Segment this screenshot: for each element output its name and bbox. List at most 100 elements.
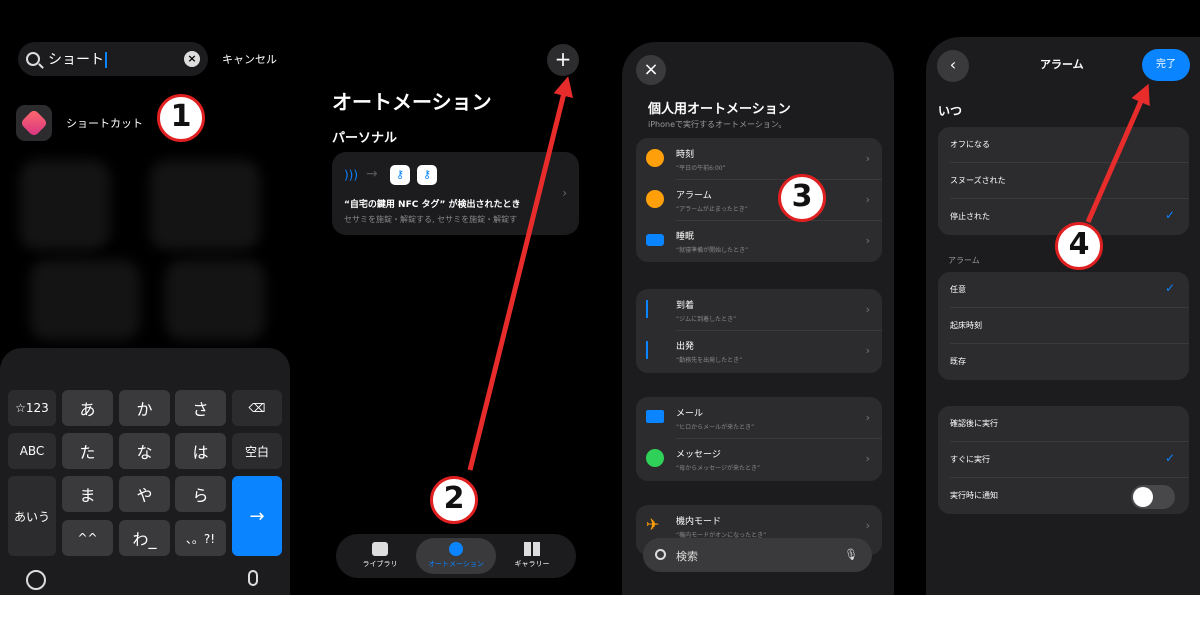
close-button[interactable]: ×: [636, 55, 666, 85]
globe-icon[interactable]: [26, 570, 46, 590]
run-options-group: 確認後に実行 すぐに実行 ✓ 実行時に通知: [938, 406, 1189, 514]
option-label: 確認後に実行: [950, 419, 998, 428]
enter-key[interactable]: →: [232, 476, 282, 556]
automation-icon: [449, 542, 463, 556]
trigger-example: “平日の午前6:00”: [676, 165, 726, 172]
section-caption: アラーム: [948, 256, 980, 265]
tab-library[interactable]: ライブラリ: [340, 538, 420, 574]
tab-label: ギャラリー: [514, 560, 550, 568]
chevron-right-icon: ›: [562, 186, 567, 200]
automation-trigger: “自宅の鍵用 NFC タグ” が検出されたとき: [344, 200, 521, 210]
arrive-icon: [646, 300, 660, 318]
airplane-icon: ✈: [646, 515, 660, 534]
step-badge-1: 1: [157, 94, 205, 142]
notify-toggle[interactable]: [1131, 485, 1175, 509]
leave-icon: [646, 341, 660, 359]
trigger-row-message[interactable]: メッセージ “母からメッセージが来たとき” ›: [636, 438, 882, 480]
key-space[interactable]: 空白: [232, 433, 282, 469]
gallery-icon: [524, 542, 540, 556]
option-label: スヌーズされた: [950, 176, 1006, 185]
trigger-row-sleep[interactable]: 睡眠 “就寝準備が開始したとき” ›: [636, 220, 882, 262]
backspace-icon[interactable]: ⌫: [232, 390, 282, 426]
trigger-row-mail[interactable]: メール “ヒロからメールが来たとき” ›: [636, 397, 882, 439]
blurred-widget: [30, 260, 140, 340]
search-input[interactable]: ショート ×: [18, 42, 208, 76]
option-run-after-confirm[interactable]: 確認後に実行: [938, 406, 1189, 442]
mic-icon[interactable]: 🎙: [844, 548, 858, 561]
bottom-band: [0, 595, 1200, 630]
option-turned-off[interactable]: オフになる: [938, 127, 1189, 163]
key-punct[interactable]: 、。?!: [175, 520, 226, 556]
back-button[interactable]: ‹: [937, 50, 969, 82]
bed-icon: [646, 234, 664, 246]
trigger-title: 睡眠: [676, 232, 695, 242]
tab-gallery[interactable]: ギャラリー: [492, 538, 572, 574]
trigger-row-leave[interactable]: 出発 “勤務先を出発したとき” ›: [636, 330, 882, 372]
search-icon: [26, 52, 40, 66]
key-wa[interactable]: わ_: [119, 520, 170, 556]
tab-label: オートメーション: [428, 560, 484, 568]
option-label: 任意: [950, 285, 966, 294]
key-ka[interactable]: か: [119, 390, 170, 426]
key-numbers[interactable]: ☆123: [8, 390, 56, 426]
tab-automation[interactable]: オートメーション: [416, 538, 496, 574]
trigger-group-communication: メール “ヒロからメールが来たとき” › メッセージ “母からメッセージが来たと…: [636, 397, 882, 481]
message-icon: [646, 449, 664, 467]
key-kana[interactable]: あいう: [8, 476, 56, 556]
option-snoozed[interactable]: スヌーズされた: [938, 163, 1189, 199]
key-ya[interactable]: や: [119, 476, 170, 512]
trigger-example: “アラームが止まったとき”: [676, 206, 748, 213]
option-existing[interactable]: 既存: [938, 344, 1189, 380]
shortcuts-app-result[interactable]: ショートカット: [16, 105, 143, 141]
clock-icon: [646, 149, 664, 167]
key-ha[interactable]: は: [175, 433, 226, 469]
key-sa[interactable]: さ: [175, 390, 226, 426]
key-ta[interactable]: た: [62, 433, 113, 469]
option-label: 既存: [950, 357, 966, 366]
add-automation-button[interactable]: +: [547, 44, 579, 76]
option-wake-up[interactable]: 起床時刻: [938, 308, 1189, 344]
trigger-group-location: 到着 “ジムに到着したとき” › 出発 “勤務先を出発したとき” ›: [636, 289, 882, 373]
key-na[interactable]: な: [119, 433, 170, 469]
chevron-left-icon: ‹: [949, 55, 957, 74]
checkmark-icon: ✓: [1164, 281, 1175, 295]
trigger-row-arrive[interactable]: 到着 “ジムに到着したとき” ›: [636, 289, 882, 331]
step-badge-2: 2: [430, 476, 478, 524]
search-value: ショート: [48, 52, 104, 68]
sheet-subtitle: iPhoneで実行するオートメーション。: [648, 120, 787, 129]
action-icon: ⚷: [417, 165, 437, 185]
automation-card[interactable]: ))) → ⚷ ⚷ “自宅の鍵用 NFC タグ” が検出されたとき セサミを施錠…: [332, 152, 579, 235]
mic-icon[interactable]: [248, 570, 258, 586]
key-dakuten[interactable]: ^^: [62, 520, 113, 556]
step-badge-4: 4: [1055, 222, 1103, 270]
cancel-button[interactable]: キャンセル: [222, 51, 277, 67]
chevron-right-icon: ›: [865, 452, 870, 465]
chevron-right-icon: ›: [865, 344, 870, 357]
trigger-example: “勤務先を出発したとき”: [676, 357, 743, 364]
key-abc[interactable]: ABC: [8, 433, 56, 469]
sheet-title: アラーム: [1040, 58, 1084, 71]
checkmark-icon: ✓: [1164, 208, 1175, 222]
clear-icon[interactable]: ×: [184, 51, 200, 67]
nfc-icon: ))): [344, 168, 359, 182]
page-title: オートメーション: [332, 90, 492, 114]
trigger-row-time[interactable]: 時刻 “平日の午前6:00” ›: [636, 138, 882, 180]
option-label: 停止された: [950, 212, 990, 221]
option-label: オフになる: [950, 140, 990, 149]
alarm-icon: [646, 190, 664, 208]
option-any[interactable]: 任意 ✓: [938, 272, 1189, 308]
option-run-immediately[interactable]: すぐに実行 ✓: [938, 442, 1189, 478]
trigger-example: “ジムに到着したとき”: [676, 316, 737, 323]
done-button[interactable]: 完了: [1142, 49, 1190, 81]
search-field[interactable]: 検索 🎙: [643, 538, 872, 572]
trigger-example: “母からメッセージが来たとき”: [676, 465, 761, 472]
section-heading: パーソナル: [332, 131, 398, 146]
key-a[interactable]: あ: [62, 390, 113, 426]
key-ma[interactable]: ま: [62, 476, 113, 512]
key-ra[interactable]: ら: [175, 476, 226, 512]
library-icon: [372, 542, 388, 556]
trigger-title: 機内モード: [676, 517, 722, 527]
tab-label: ライブラリ: [362, 560, 398, 568]
step-badge-3: 3: [778, 174, 826, 222]
trigger-row-alarm[interactable]: アラーム “アラームが止まったとき” ›: [636, 179, 882, 221]
